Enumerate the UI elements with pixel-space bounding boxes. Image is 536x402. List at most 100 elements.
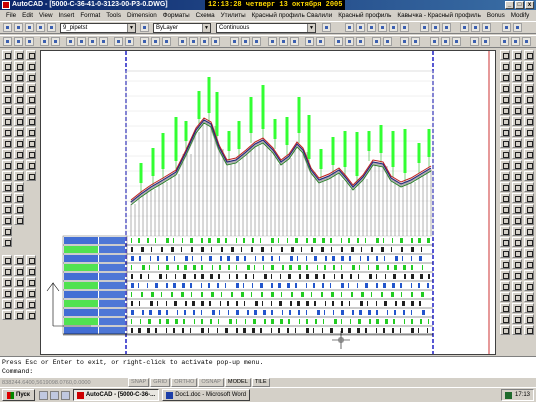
light-icon[interactable] — [26, 299, 36, 309]
divide-icon[interactable] — [512, 127, 522, 137]
autocad-icon[interactable] — [2, 1, 10, 9]
lineweight-icon[interactable] — [322, 23, 331, 32]
wipeout-icon[interactable] — [500, 138, 510, 148]
color-dropdown[interactable]: ByLayer ▼ — [153, 23, 211, 33]
new-file-icon[interactable] — [3, 37, 12, 46]
start-button[interactable]: Пуск — [2, 389, 35, 401]
sphere-icon[interactable] — [512, 171, 522, 181]
pipe-icon[interactable] — [512, 292, 522, 302]
mtext-icon[interactable] — [2, 237, 12, 247]
dim-baseline-icon[interactable] — [26, 127, 36, 137]
rotate-icon[interactable] — [14, 116, 24, 126]
cone-icon[interactable] — [500, 182, 510, 192]
union-icon[interactable] — [500, 204, 510, 214]
spline-edit-icon[interactable] — [345, 37, 354, 46]
osnap-node-icon[interactable] — [524, 83, 534, 93]
camera-icon[interactable] — [14, 288, 24, 298]
desktop-icon[interactable] — [38, 390, 48, 400]
iso-sw-icon[interactable] — [2, 277, 12, 287]
arc-icon[interactable] — [2, 105, 12, 115]
chevron-down-icon[interactable]: ▼ — [127, 24, 135, 32]
revolve-icon[interactable] — [500, 193, 510, 203]
hatch-tool-icon[interactable] — [2, 204, 12, 214]
scale-icon[interactable] — [14, 127, 24, 137]
osnap-parallel-icon[interactable] — [500, 83, 510, 93]
otrack-icon[interactable] — [470, 37, 479, 46]
task-autocad[interactable]: AutoCAD - [5000-С-36-... — [72, 389, 160, 401]
solprof-icon[interactable] — [512, 281, 522, 291]
chevron-down-icon[interactable]: ▼ — [202, 24, 210, 32]
solid-icon[interactable] — [524, 138, 534, 148]
section-icon[interactable] — [524, 193, 534, 203]
save-icon[interactable] — [25, 37, 34, 46]
osnap-insert-icon[interactable] — [512, 83, 522, 93]
box-icon[interactable] — [500, 171, 510, 181]
polyline-edit-icon[interactable] — [334, 37, 343, 46]
iso-se-icon[interactable] — [14, 277, 24, 287]
menu-bonus[interactable]: Bonus — [484, 12, 508, 19]
dim-angular-icon[interactable] — [26, 105, 36, 115]
hatch-icon[interactable] — [305, 37, 314, 46]
layer-state-icon[interactable] — [14, 23, 23, 32]
network-icon[interactable] — [504, 391, 512, 399]
print-icon[interactable] — [40, 37, 49, 46]
properties-icon[interactable] — [420, 23, 429, 32]
gradient-icon[interactable] — [316, 37, 325, 46]
erase-icon[interactable] — [14, 50, 24, 60]
redraw-icon[interactable] — [400, 23, 409, 32]
intersect-icon[interactable] — [524, 204, 534, 214]
layer-freeze-icon[interactable] — [25, 23, 34, 32]
osnap-tangent-icon[interactable] — [512, 72, 522, 82]
slice-icon[interactable] — [512, 193, 522, 203]
osnap-none-icon[interactable] — [512, 94, 522, 104]
view-top-icon[interactable] — [2, 255, 12, 265]
break-icon[interactable] — [14, 171, 24, 181]
torus-icon[interactable] — [524, 160, 534, 170]
osnap-quadrant-icon[interactable] — [500, 72, 510, 82]
menu-modify[interactable]: Modify — [508, 12, 533, 19]
task-word[interactable]: Doc1.doc - Microsoft Word — [162, 389, 251, 401]
soldraw-icon[interactable] — [500, 281, 510, 291]
grid-toggle[interactable]: GRID — [150, 378, 171, 387]
zoom-window-icon[interactable] — [367, 23, 376, 32]
osnap-intersection-icon[interactable] — [524, 50, 534, 60]
osnap-midpoint-icon[interactable] — [512, 50, 522, 60]
menu-quote-red-profile[interactable]: Кавычка - Красный профиль — [394, 12, 483, 19]
menu-schema[interactable]: Схема — [193, 12, 218, 19]
view-bottom-icon[interactable] — [14, 255, 24, 265]
leader-icon[interactable] — [26, 149, 36, 159]
make-block-icon[interactable] — [2, 182, 12, 192]
point-icon[interactable] — [2, 193, 12, 203]
layer-lock-icon[interactable] — [36, 23, 45, 32]
layer-dropdown[interactable]: 9_pipetst ▼ — [60, 23, 136, 33]
survey-icon[interactable] — [500, 303, 510, 313]
dim-ordinate-icon[interactable] — [26, 72, 36, 82]
osnap-nearest-icon[interactable] — [500, 94, 510, 104]
menu-red-profile-fill[interactable]: Красный профиль Свалили — [249, 12, 336, 19]
scale-text-icon[interactable] — [500, 116, 510, 126]
offset-icon[interactable] — [14, 83, 24, 93]
polyline-icon[interactable] — [2, 72, 12, 82]
text-style-icon[interactable] — [471, 23, 480, 32]
chainage-icon[interactable] — [524, 314, 534, 324]
offset-face-icon[interactable] — [512, 237, 522, 247]
sketch-icon[interactable] — [512, 149, 522, 159]
table-icon[interactable] — [2, 226, 12, 236]
chevron-down-icon[interactable]: ▼ — [307, 24, 315, 32]
elevation-icon[interactable] — [500, 325, 510, 335]
title-bar[interactable]: AutoCAD - [5000-С-36-41-0-3123-00-Р3-0.D… — [0, 0, 536, 10]
cylinder-icon[interactable] — [524, 171, 534, 181]
osnap-icon[interactable] — [452, 37, 461, 46]
fillet-icon[interactable] — [14, 204, 24, 214]
iso-nw-icon[interactable] — [2, 288, 12, 298]
align-icon[interactable] — [268, 37, 277, 46]
lengthen-icon[interactable] — [524, 127, 534, 137]
color-face-icon[interactable] — [512, 248, 522, 258]
color-edge-icon[interactable] — [500, 270, 510, 280]
check-icon[interactable] — [524, 226, 534, 236]
copy-edge-icon[interactable] — [524, 259, 534, 269]
tile-toggle[interactable]: TILE — [251, 378, 270, 387]
osnap-toggle[interactable]: OSNAP — [198, 378, 224, 387]
grade-icon[interactable] — [500, 314, 510, 324]
list-icon[interactable] — [252, 37, 261, 46]
